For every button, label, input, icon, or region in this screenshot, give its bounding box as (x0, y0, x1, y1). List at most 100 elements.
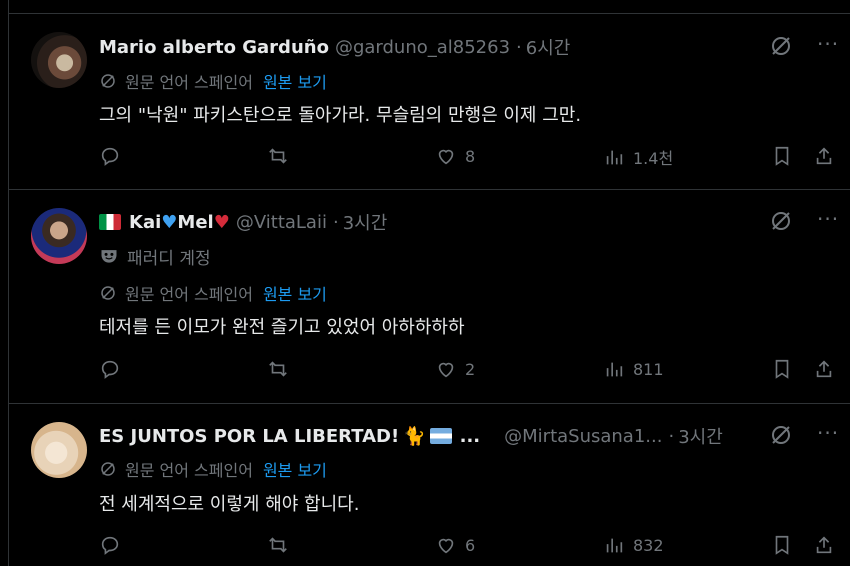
show-original-link[interactable]: 원본 보기 (263, 281, 327, 305)
retweet-button[interactable] (267, 534, 289, 556)
tweet-top-actions: ··· (769, 423, 839, 447)
translation-notice: 원문 언어 스페인어 원본 보기 (99, 282, 327, 304)
retweet-button[interactable] (267, 145, 289, 167)
separator-dot: · (332, 211, 339, 233)
retweet-icon (269, 361, 287, 377)
timestamp[interactable]: 3시간 (343, 209, 388, 235)
bookmark-icon (775, 146, 789, 166)
avatar[interactable] (31, 208, 87, 264)
reply-button[interactable] (99, 145, 121, 167)
tweet-top-actions: ··· (769, 34, 839, 58)
more-icon[interactable]: ··· (817, 34, 839, 57)
show-original-link[interactable]: 원본 보기 (263, 457, 327, 481)
share-icon (816, 360, 832, 378)
italy-flag-icon (99, 214, 121, 230)
red-heart-icon: ♥ (213, 211, 230, 233)
tweet-text: 그의 "낙원" 파키스탄으로 돌아가라. 무슬림의 만행은 이제 그만. (99, 105, 582, 126)
blue-heart-icon: ♥ (161, 211, 178, 233)
tweet-top-actions: ··· (769, 209, 839, 233)
translation-notice: 원문 언어 스페인어 원본 보기 (99, 458, 327, 480)
share-button[interactable] (813, 145, 835, 167)
translation-label: 원문 언어 스페인어 (125, 73, 253, 92)
author-name-part[interactable]: Mel (177, 212, 213, 233)
retweet-icon (269, 537, 287, 553)
previous-tweet-edge (9, 0, 850, 14)
translation-notice: 원문 언어 스페인어 원본 보기 (99, 70, 327, 92)
translate-icon (101, 462, 115, 476)
tweet-header: Kai ♥ Mel ♥ @VittaLaii · 3시간 (99, 210, 387, 234)
views-icon (606, 150, 623, 165)
reply-button[interactable] (99, 358, 121, 380)
timeline: Mario alberto Garduño @garduno_al85263 ·… (8, 0, 850, 566)
translation-label: 원문 언어 스페인어 (125, 285, 253, 304)
like-icon (438, 149, 454, 165)
view-count: 811 (633, 359, 664, 379)
reply-icon (101, 360, 119, 379)
grok-icon[interactable] (769, 209, 793, 233)
action-bar: 8 1.4천 (99, 145, 839, 171)
tweet-header: Mario alberto Garduño @garduno_al85263 ·… (99, 34, 571, 60)
bookmark-icon (775, 535, 789, 555)
translation-label: 원문 언어 스페인어 (125, 461, 253, 480)
timestamp[interactable]: 6시간 (526, 34, 571, 60)
reply-icon (101, 536, 119, 555)
author-name[interactable]: Mario alberto Garduño (99, 37, 329, 58)
share-icon (816, 536, 832, 554)
translate-icon (101, 74, 115, 88)
timestamp[interactable]: 3시간 (678, 423, 723, 449)
like-button[interactable]: 2 (435, 358, 475, 380)
argentina-flag-icon (429, 428, 452, 444)
parody-label: 패러디 계정 (127, 248, 211, 269)
views-icon (606, 362, 623, 377)
author-handle[interactable]: @MirtaSusana1... (504, 426, 662, 447)
avatar[interactable] (31, 32, 87, 88)
action-bar: 6 832 (99, 534, 839, 560)
translate-icon (101, 286, 115, 300)
reply-button[interactable] (99, 534, 121, 556)
like-count: 6 (465, 535, 476, 555)
like-button[interactable]: 8 (435, 145, 475, 167)
view-count: 1.4천 (633, 149, 674, 168)
more-icon[interactable]: ··· (817, 209, 839, 232)
like-icon (438, 538, 454, 554)
views-button[interactable]: 811 (603, 358, 664, 380)
bookmark-button[interactable] (771, 534, 793, 556)
bookmark-button[interactable] (771, 145, 793, 167)
tweet-header: ES JUNTOS POR LA LIBERTAD! 🐈 ... @MirtaS… (99, 423, 723, 449)
author-name-part[interactable]: Kai (129, 212, 161, 233)
like-button[interactable]: 6 (435, 534, 475, 556)
author-handle[interactable]: @garduno_al85263 (335, 37, 510, 58)
grok-icon[interactable] (769, 423, 793, 447)
retweet-icon (269, 148, 287, 164)
like-count: 8 (465, 146, 476, 166)
views-icon (606, 538, 623, 553)
tweet-text: 테저를 든 이모가 완전 즐기고 있었어 아하하하하 (99, 317, 465, 338)
bookmark-icon (775, 359, 789, 379)
mask-icon (101, 250, 117, 263)
action-bar: 2 811 (99, 358, 839, 384)
tweet[interactable]: Kai ♥ Mel ♥ @VittaLaii · 3시간 ··· 패러디 계정 … (9, 190, 850, 404)
like-icon (438, 362, 454, 378)
author-handle[interactable]: @VittaLaii (236, 212, 327, 233)
views-button[interactable]: 832 (603, 534, 664, 556)
views-button[interactable]: 1.4천 (603, 145, 673, 169)
avatar[interactable] (31, 422, 87, 478)
share-button[interactable] (813, 534, 835, 556)
name-truncation: ... (459, 425, 481, 447)
grok-icon[interactable] (769, 34, 793, 58)
author-name[interactable]: ES JUNTOS POR LA LIBERTAD! (99, 426, 399, 447)
separator-dot: · (516, 36, 522, 58)
share-icon (816, 147, 832, 165)
share-button[interactable] (813, 358, 835, 380)
tweet-text: 전 세계적으로 이렇게 해야 합니다. (99, 494, 360, 515)
parody-label-row: 패러디 계정 (99, 244, 211, 269)
retweet-button[interactable] (267, 358, 289, 380)
tweet[interactable]: ES JUNTOS POR LA LIBERTAD! 🐈 ... @MirtaS… (9, 404, 850, 566)
more-icon[interactable]: ··· (817, 423, 839, 446)
show-original-link[interactable]: 원본 보기 (263, 69, 327, 93)
bookmark-button[interactable] (771, 358, 793, 380)
reply-icon (101, 147, 119, 166)
tweet[interactable]: Mario alberto Garduño @garduno_al85263 ·… (9, 15, 850, 190)
like-count: 2 (465, 359, 476, 379)
view-count: 832 (633, 535, 664, 555)
